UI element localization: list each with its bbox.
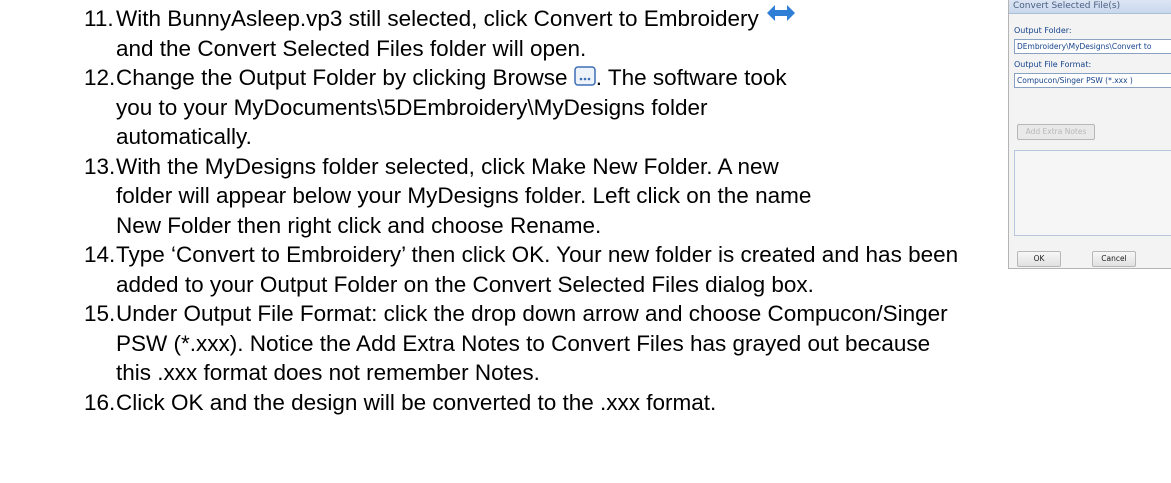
step-11: 11. With BunnyAsleep.vp3 still selected,… (0, 4, 990, 63)
step-number: 14. (84, 242, 116, 267)
step-text: automatically. (116, 124, 252, 149)
step-number: 16. (84, 389, 116, 415)
step-text: Under Output File Format: click the drop… (116, 301, 948, 326)
instruction-list: 11. With BunnyAsleep.vp3 still selected,… (0, 0, 990, 415)
dialog-title: Convert Selected File(s) (1009, 0, 1171, 14)
step-number: 13. (84, 153, 116, 179)
convert-dialog: Convert Selected File(s) Output Folder: … (1008, 0, 1171, 269)
step-number: 15. (84, 301, 116, 326)
ok-button[interactable]: OK (1017, 251, 1061, 267)
step-text: . The software took (595, 65, 787, 90)
step-number: 12. (84, 65, 116, 90)
step-text: New Folder then right click and choose R… (116, 212, 602, 238)
step-16: 16. Click OK and the design will be conv… (0, 388, 990, 418)
ellipsis-browse-icon (574, 66, 596, 86)
step-15: 15. Under Output File Format: click the … (0, 299, 990, 388)
notes-box[interactable] (1014, 150, 1171, 236)
step-text: Type ‘Convert to Embroidery’ then click … (116, 242, 959, 267)
step-13: 13. With the MyDesigns folder selected, … (0, 152, 990, 241)
step-text: this .xxx format does not remember Notes… (116, 360, 540, 385)
step-12: 12. Change the Output Folder by clicking… (0, 63, 990, 152)
output-format-select[interactable]: Compucon/Singer PSW (*.xxx ) (1014, 73, 1171, 88)
step-text: added to your Output Folder on the Conve… (116, 271, 814, 297)
step-text: and the Convert Selected Files folder wi… (116, 35, 587, 61)
step-text: With the MyDesigns folder selected, clic… (116, 153, 779, 179)
step-text: Click OK and the design will be converte… (116, 389, 717, 415)
output-folder-label: Output Folder: (1014, 26, 1072, 35)
output-folder-field[interactable]: DEmbroidery\MyDesigns\Convert to (1014, 39, 1171, 54)
step-text: you to your MyDocuments\5DEmbroidery\MyD… (116, 94, 708, 120)
step-text: Change the Output Folder by clicking Bro… (116, 65, 568, 90)
step-number: 11. (84, 6, 114, 31)
step-14: 14. Type ‘Convert to Embroidery’ then cl… (0, 240, 990, 299)
step-text: PSW (*.xxx). Notice the Add Extra Notes … (116, 330, 931, 356)
step-text: folder will appear below your MyDesigns … (116, 183, 812, 208)
output-format-label: Output File Format: (1014, 60, 1092, 69)
add-extra-notes-button[interactable]: Add Extra Notes (1017, 124, 1095, 140)
cancel-button[interactable]: Cancel (1092, 251, 1136, 267)
double-arrow-icon (767, 5, 796, 22)
step-text: With BunnyAsleep.vp3 still selected, cli… (116, 6, 759, 31)
